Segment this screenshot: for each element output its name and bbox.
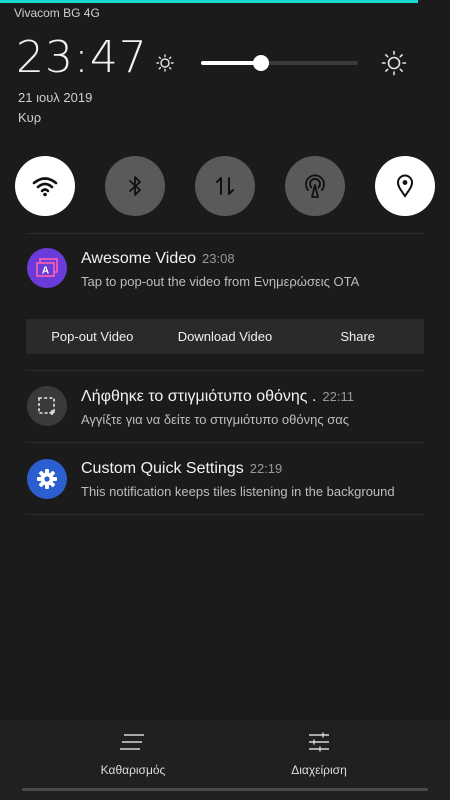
date-label[interactable]: 21 ιουλ 2019	[18, 90, 92, 105]
notification-screenshot-app-icon[interactable]	[27, 386, 67, 426]
brightness-slider-thumb[interactable]	[252, 55, 269, 71]
notification-body[interactable]: Tap to pop-out the video from Ενημερώσει…	[81, 274, 426, 289]
notification-time: 22:11	[322, 389, 354, 404]
divider	[26, 233, 424, 234]
notification-title: Custom Quick Settings	[81, 460, 244, 477]
notification-awesome-video[interactable]: Awesome Video 23:08	[81, 250, 235, 268]
notification-screenshot[interactable]: Λήφθηκε το στιγμιότυπο οθόνης . 22:11	[81, 388, 354, 406]
home-indicator[interactable]	[22, 788, 428, 791]
clear-button[interactable]: Καθαρισμός	[78, 732, 188, 777]
clock[interactable]: 23:47	[16, 32, 148, 83]
notification-awesome-video-app-icon[interactable]: A	[27, 248, 67, 288]
notification-actions: Pop-out Video Download Video Share	[26, 319, 424, 354]
manage-button[interactable]: Διαχείριση	[264, 732, 374, 777]
clear-all-icon	[120, 734, 144, 750]
notification-body[interactable]: This notification keeps tiles listening …	[81, 484, 424, 499]
tile-bluetooth[interactable]	[105, 156, 165, 216]
clear-button-label: Καθαρισμός	[100, 763, 166, 777]
notification-title: Awesome Video	[81, 250, 197, 267]
brightness-high-icon	[381, 50, 407, 76]
gear-icon	[37, 469, 57, 489]
divider	[26, 370, 424, 371]
brightness-slider-fill	[201, 61, 261, 65]
share-button[interactable]: Share	[291, 319, 424, 354]
pop-out-video-button[interactable]: Pop-out Video	[26, 319, 159, 354]
notification-title: Λήφθηκε το στιγμιότυπο οθόνης .	[81, 388, 317, 405]
divider	[26, 514, 424, 515]
tile-wifi[interactable]	[15, 156, 75, 216]
divider	[26, 442, 424, 443]
brightness-low-icon	[156, 54, 174, 72]
manage-button-label: Διαχείριση	[291, 763, 347, 777]
screenshot-icon	[38, 397, 55, 415]
tile-hotspot[interactable]	[285, 156, 345, 216]
location-icon	[396, 174, 414, 198]
brightness-slider[interactable]	[201, 55, 358, 71]
tile-mobile-data[interactable]	[195, 156, 255, 216]
top-accent-line	[0, 0, 418, 3]
download-video-button[interactable]: Download Video	[159, 319, 292, 354]
wifi-icon	[32, 177, 58, 197]
tile-location[interactable]	[375, 156, 435, 216]
data-transfer-icon	[216, 177, 234, 195]
weekday-label: Κυρ	[18, 110, 42, 125]
settings-sliders-icon	[309, 732, 329, 752]
notification-custom-quick-settings-app-icon[interactable]	[27, 459, 67, 499]
svg-text:A: A	[42, 266, 49, 277]
video-app-icon: A	[36, 258, 58, 277]
notification-time: 23:08	[202, 251, 235, 266]
bluetooth-icon	[129, 176, 141, 196]
notification-time: 22:19	[249, 461, 283, 476]
carrier-label: Vivacom BG 4G	[14, 6, 100, 20]
notification-body[interactable]: Αγγίξτε για να δείτε το στιγμιότυπο οθόν…	[81, 412, 426, 427]
hotspot-icon	[305, 174, 325, 198]
notification-custom-quick-settings[interactable]: Custom Quick Settings 22:19	[81, 460, 282, 478]
